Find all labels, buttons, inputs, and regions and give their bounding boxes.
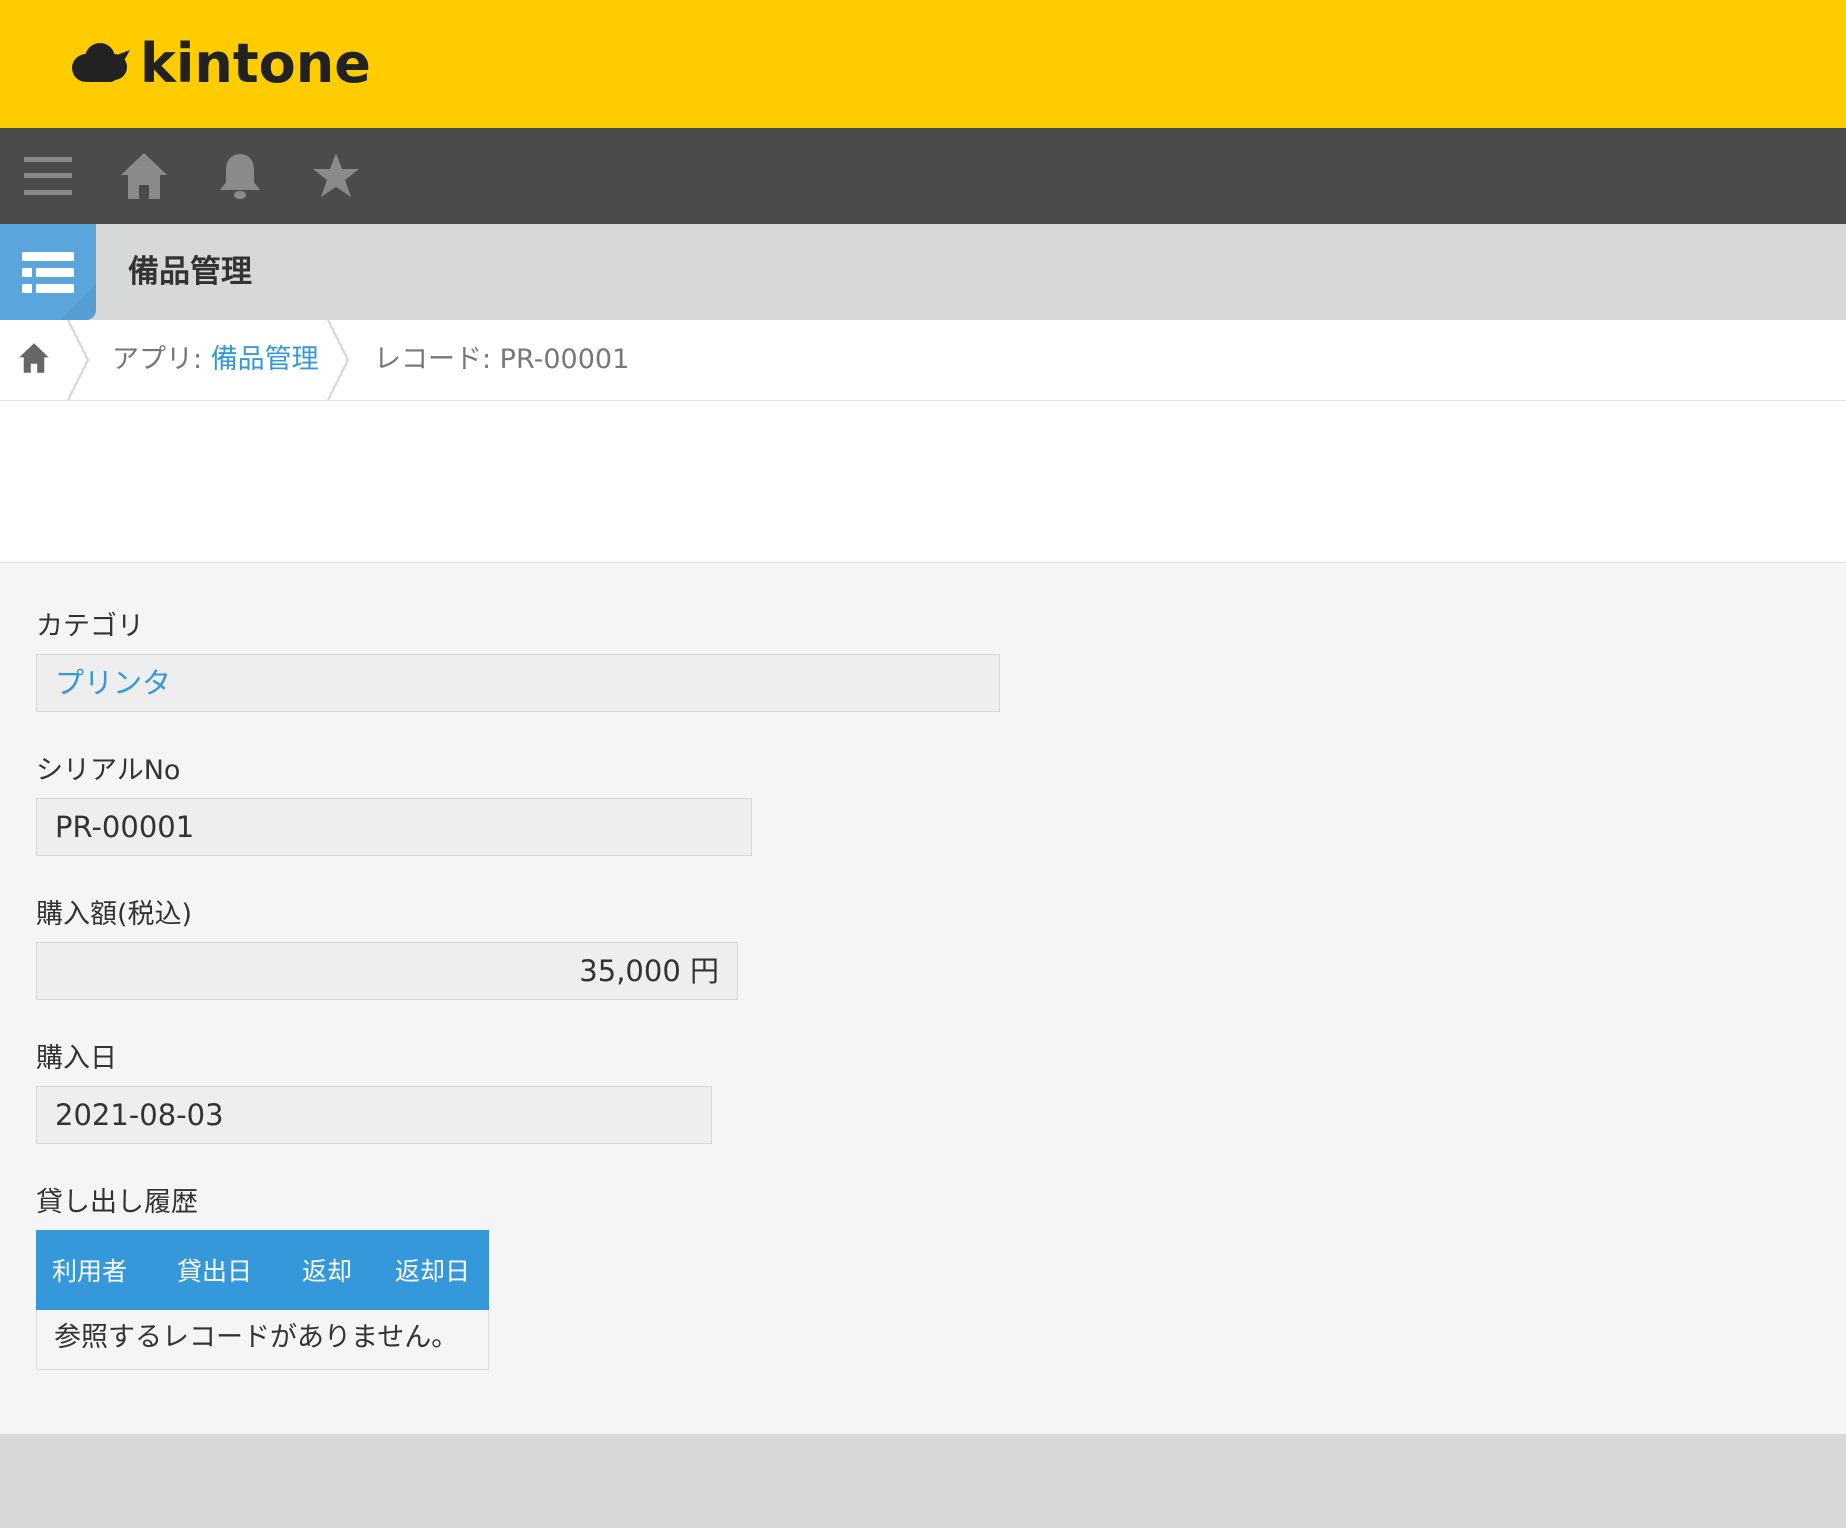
header: kintone bbox=[0, 0, 1846, 128]
menu-icon bbox=[24, 157, 72, 195]
price-field: 35,000 円 bbox=[36, 942, 738, 1000]
star-icon bbox=[313, 153, 359, 197]
breadcrumb-home[interactable] bbox=[18, 342, 50, 374]
footer bbox=[0, 1434, 1846, 1528]
favorites-button[interactable] bbox=[308, 148, 364, 204]
breadcrumb-separator bbox=[67, 320, 90, 400]
category-label: カテゴリ bbox=[36, 611, 144, 642]
home-icon bbox=[19, 343, 49, 373]
history-label: 貸し出し履歴 bbox=[36, 1187, 198, 1218]
kintone-logo[interactable]: kintone bbox=[68, 32, 371, 96]
app-header bbox=[0, 224, 1846, 320]
menu-button[interactable] bbox=[20, 148, 76, 204]
record-toolbar bbox=[0, 401, 1846, 563]
date-field: 2021-08-03 bbox=[36, 1086, 712, 1144]
serial-label: シリアルNo bbox=[36, 755, 181, 786]
global-navbar bbox=[0, 128, 1846, 224]
app-icon[interactable] bbox=[0, 224, 96, 320]
breadcrumb-app-prefix: アプリ: bbox=[112, 344, 211, 375]
price-label: 購入額(税込) bbox=[36, 899, 193, 930]
breadcrumb-app: アプリ: 備品管理 bbox=[112, 320, 319, 400]
breadcrumb-separator bbox=[327, 320, 350, 400]
app-title[interactable]: 備品管理 bbox=[128, 224, 252, 320]
list-icon bbox=[0, 252, 96, 320]
column-return-date: 返却日 bbox=[395, 1257, 471, 1286]
cloud-icon bbox=[72, 43, 130, 82]
column-lend-date: 貸出日 bbox=[177, 1257, 253, 1286]
serial-field: PR-00001 bbox=[36, 798, 752, 856]
date-label: 購入日 bbox=[36, 1043, 117, 1074]
column-return: 返却 bbox=[302, 1257, 353, 1286]
notifications-button[interactable] bbox=[212, 148, 268, 204]
home-button[interactable] bbox=[116, 148, 172, 204]
history-empty-message: 参照するレコードがありません。 bbox=[36, 1310, 489, 1370]
bell-icon bbox=[220, 154, 260, 199]
category-field: プリンタ bbox=[36, 654, 1000, 712]
logo-text: kintone bbox=[140, 32, 371, 95]
category-value-link[interactable]: プリンタ bbox=[55, 666, 171, 700]
history-table: 利用者 貸出日 返却 返却日 参照するレコードがありません。 bbox=[36, 1230, 489, 1370]
breadcrumb-app-link[interactable]: 備品管理 bbox=[211, 344, 319, 375]
history-table-header: 利用者 貸出日 返却 返却日 bbox=[36, 1230, 489, 1310]
breadcrumb-record: レコード: PR-00001 bbox=[374, 344, 630, 375]
home-icon bbox=[121, 153, 167, 199]
column-user: 利用者 bbox=[52, 1257, 128, 1286]
